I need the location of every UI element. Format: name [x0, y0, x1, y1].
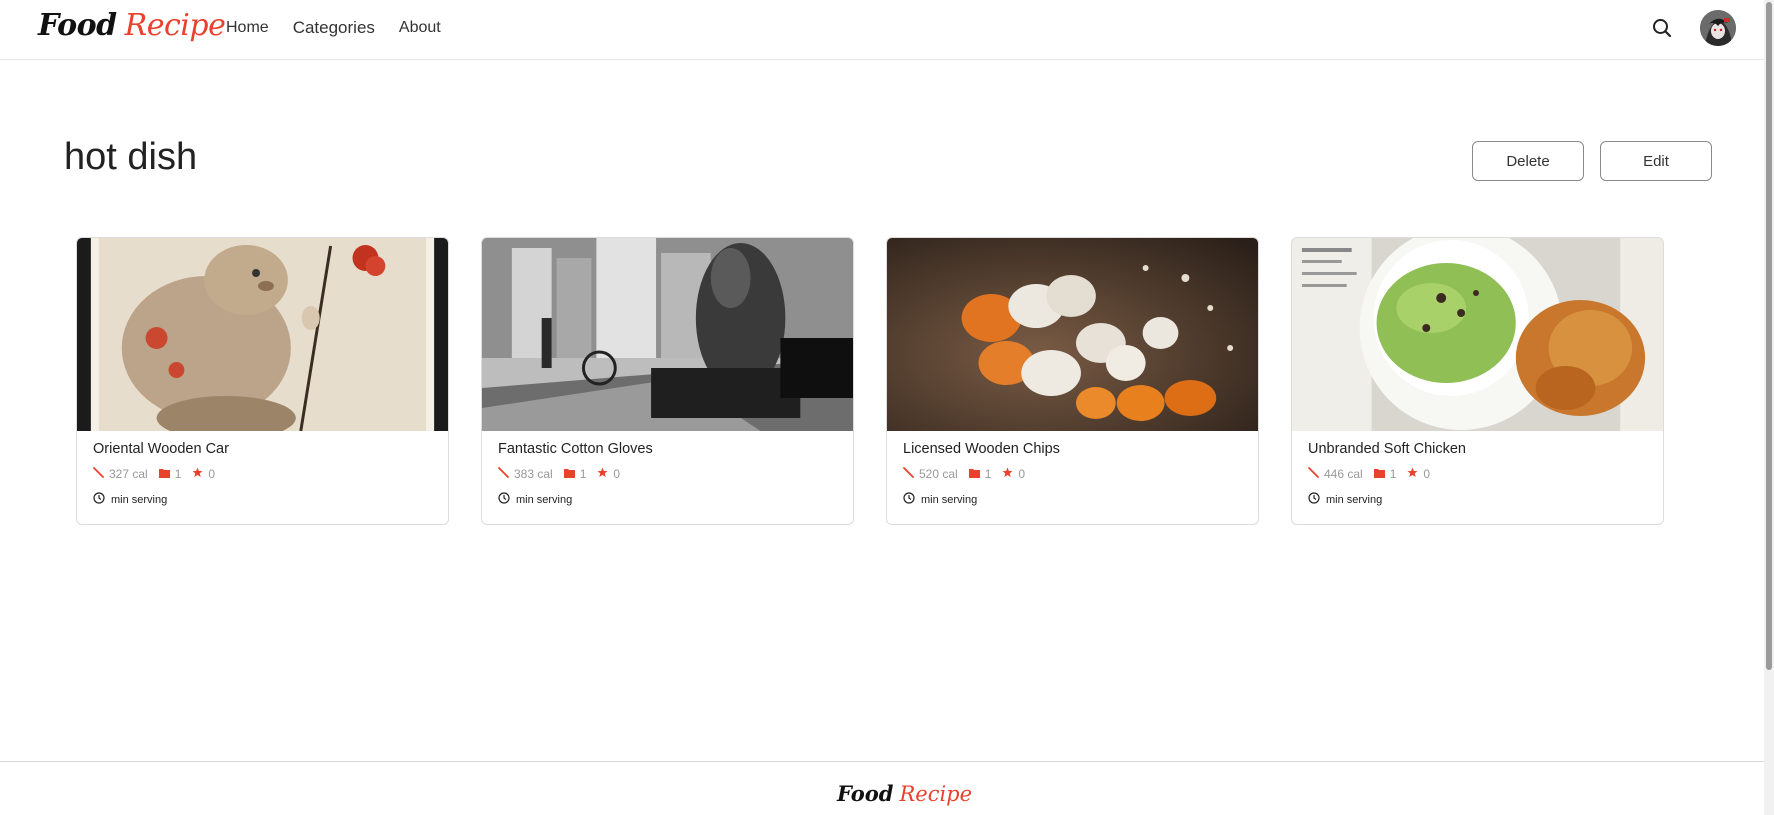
eggs-image — [887, 238, 1258, 431]
folder-icon — [158, 467, 170, 481]
recipe-card[interactable]: Licensed Wooden Chips 520 cal 1 0 min se… — [886, 237, 1259, 525]
clock-icon — [498, 492, 510, 507]
salad-fried-chicken-image — [1292, 238, 1663, 431]
footer-logo[interactable]: Food Recipe — [837, 781, 972, 806]
star-icon — [1002, 467, 1013, 481]
serving-info: min serving — [903, 492, 977, 507]
calories-value: 446 cal — [1324, 467, 1363, 481]
footer-word-recipe: Recipe — [899, 782, 973, 806]
clock-icon — [903, 492, 915, 507]
folder-icon — [1373, 467, 1385, 481]
serving-text: min serving — [921, 493, 978, 506]
recipe-title: Oriental Wooden Car — [93, 441, 229, 457]
calories-value: 327 cal — [109, 467, 148, 481]
scrollbar-thumb[interactable] — [1766, 2, 1772, 670]
recipe-stats: 446 cal 1 0 — [1308, 467, 1441, 481]
star-icon — [597, 467, 608, 481]
recipe-card[interactable]: Oriental Wooden Car 327 cal 1 0 min serv… — [76, 237, 449, 525]
footer-word-food: Food — [837, 781, 894, 806]
category-count: 1 — [579, 467, 587, 481]
search-icon[interactable] — [1651, 17, 1673, 39]
recipe-card[interactable]: Fantastic Cotton Gloves 383 cal 1 0 min … — [481, 237, 854, 525]
serving-info: min serving — [498, 492, 572, 507]
calories-value: 520 cal — [919, 467, 958, 481]
calories-value: 383 cal — [514, 467, 553, 481]
star-icon — [192, 467, 203, 481]
avatar[interactable] — [1700, 10, 1736, 46]
illustrated-beaver-image — [77, 238, 448, 431]
brand-word-food: Food — [38, 8, 117, 43]
recipe-stats: 383 cal 1 0 — [498, 467, 631, 481]
serving-info: min serving — [1308, 492, 1382, 507]
star-icon — [1407, 467, 1418, 481]
delete-button[interactable]: Delete — [1472, 141, 1584, 181]
folder-icon — [563, 467, 575, 481]
clock-icon — [93, 492, 105, 507]
edit-button[interactable]: Edit — [1600, 141, 1712, 181]
recipe-stats: 327 cal 1 0 — [93, 467, 226, 481]
serving-text: min serving — [111, 493, 168, 506]
nav-link-about[interactable]: About — [399, 19, 441, 37]
category-count: 1 — [984, 467, 992, 481]
clock-icon — [1308, 492, 1320, 507]
nav-link-categories[interactable]: Categories — [293, 18, 375, 38]
page-scrollbar[interactable] — [1764, 0, 1774, 815]
serving-text: min serving — [516, 493, 573, 506]
rating-value: 0 — [208, 467, 216, 481]
rating-value: 0 — [1423, 467, 1431, 481]
nav-link-home[interactable]: Home — [226, 19, 269, 37]
nav-links: Home Categories About — [226, 18, 441, 38]
brand-logo[interactable]: Food Recipe — [38, 8, 226, 43]
recipe-title: Licensed Wooden Chips — [903, 441, 1060, 457]
fire-icon — [1308, 467, 1319, 481]
street-photo-image — [482, 238, 853, 431]
serving-info: min serving — [93, 492, 167, 507]
recipe-title: Fantastic Cotton Gloves — [498, 441, 653, 457]
category-count: 1 — [1389, 467, 1397, 481]
recipe-card[interactable]: Unbranded Soft Chicken 446 cal 1 0 min s… — [1291, 237, 1664, 525]
brand-word-recipe: Recipe — [124, 8, 226, 43]
category-count: 1 — [174, 467, 182, 481]
footer: Food Recipe — [0, 761, 1764, 815]
rating-value: 0 — [1018, 467, 1026, 481]
serving-text: min serving — [1326, 493, 1383, 506]
navbar: Food Recipe Home Categories About — [0, 0, 1764, 60]
fire-icon — [93, 467, 104, 481]
folder-icon — [968, 467, 980, 481]
rating-value: 0 — [613, 467, 621, 481]
recipe-stats: 520 cal 1 0 — [903, 467, 1036, 481]
recipe-title: Unbranded Soft Chicken — [1308, 441, 1466, 457]
fire-icon — [498, 467, 509, 481]
page-title: hot dish — [64, 136, 198, 178]
fire-icon — [903, 467, 914, 481]
